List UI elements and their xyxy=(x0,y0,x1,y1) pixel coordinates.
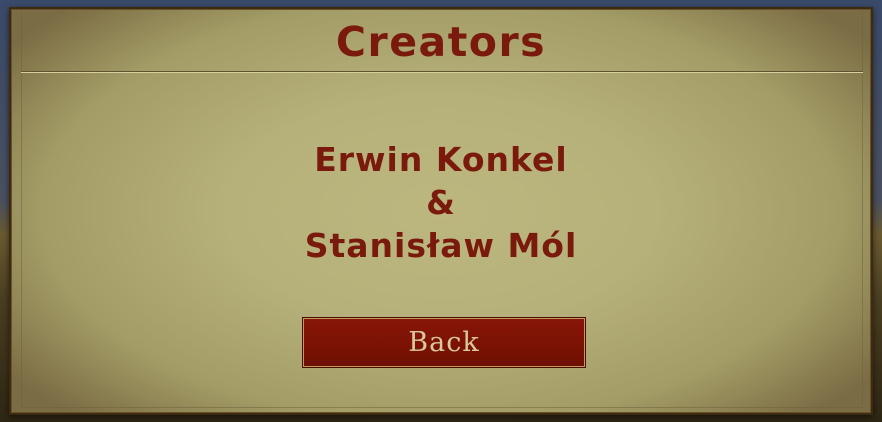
dialog-title: Creators xyxy=(335,18,547,66)
credit-ampersand: & xyxy=(426,183,456,222)
back-button[interactable]: Back xyxy=(302,317,586,368)
creators-dialog: Creators Erwin Konkel & Stanisław Mól Ba… xyxy=(9,7,873,415)
credit-name-second: Stanisław Mól xyxy=(304,226,578,265)
credit-name-first: Erwin Konkel xyxy=(314,140,568,179)
credits-list: Erwin Konkel & Stanisław Mól xyxy=(11,138,871,267)
title-divider xyxy=(21,71,863,73)
back-button-label: Back xyxy=(408,327,480,358)
